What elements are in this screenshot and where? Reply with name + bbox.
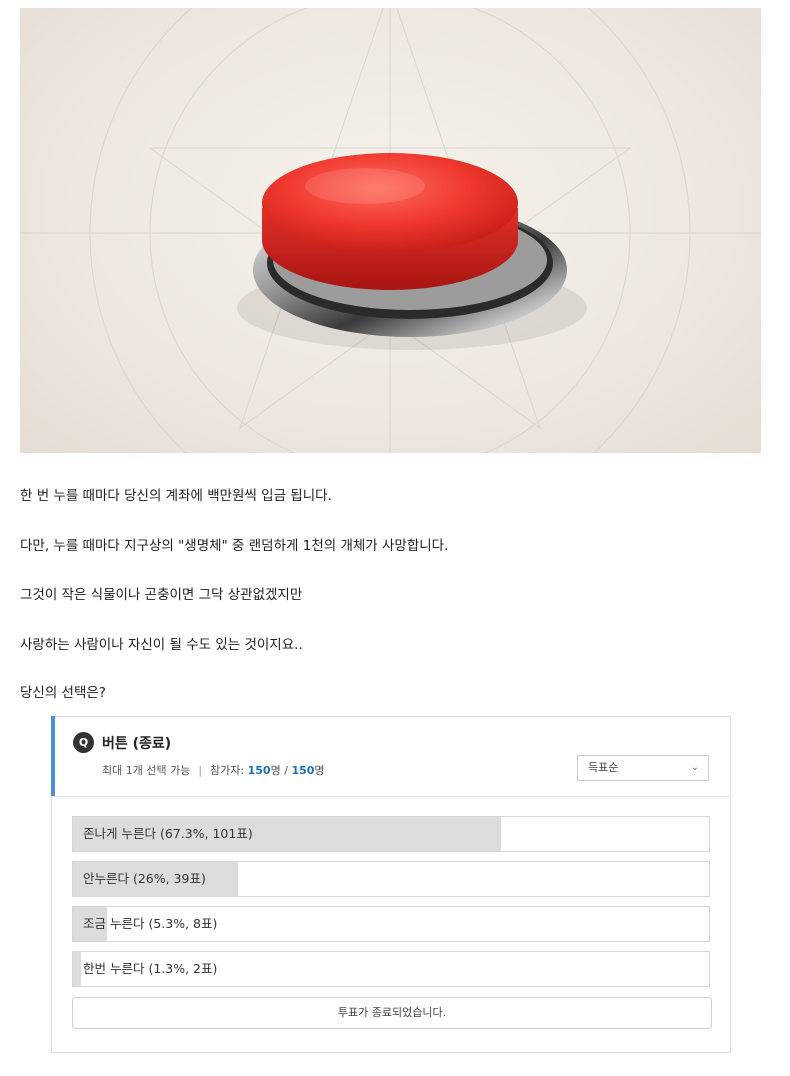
post-paragraph: 사랑하는 사람이나 자신이 될 수도 있는 것이지요.. — [20, 637, 303, 653]
max-select-text: 최대 1개 선택 가능 — [102, 764, 191, 777]
poll-title: 버튼 (종료) — [102, 736, 172, 752]
question-icon: Q — [73, 732, 94, 753]
meta-separator: | — [198, 764, 203, 777]
poll-option[interactable]: 조금 누른다 (5.3%, 8표) — [72, 906, 710, 942]
poll-closed-button[interactable]: 투표가 종료되었습니다. — [72, 997, 712, 1029]
participants-divider: / — [284, 764, 288, 777]
post-image — [20, 8, 761, 453]
poll-option-bar — [73, 952, 82, 986]
poll-header: Q 버튼 (종료) 최대 1개 선택 가능 | 참가자: 150명 / 150명 득… — [51, 716, 730, 797]
participants-total-unit: 명 — [314, 764, 325, 777]
poll-accent-bar — [51, 716, 55, 796]
poll-option-label: 존나게 누른다 (67.3%, 101표) — [83, 826, 253, 841]
post-paragraph: 다만, 누를 때마다 지구상의 "생명체" 중 랜덤하게 1천의 개체가 사망합… — [20, 538, 449, 554]
participants-count: 150 — [247, 764, 271, 777]
poll-option[interactable]: 한번 누른다 (1.3%, 2표) — [72, 951, 710, 987]
poll-option-label: 한번 누른다 (1.3%, 2표) — [83, 961, 218, 976]
sort-dropdown-value: 득표순 — [588, 761, 619, 774]
poll-option-label: 안누른다 (26%, 39표) — [83, 871, 206, 886]
poll-option[interactable]: 존나게 누른다 (67.3%, 101표) — [72, 816, 710, 852]
poll-option-label: 조금 누른다 (5.3%, 8표) — [83, 916, 218, 931]
sort-dropdown[interactable]: 득표순 ⌄ — [577, 755, 709, 781]
post-paragraph: 그것이 작은 식물이나 곤충이면 그닥 상관없겠지만 — [20, 587, 303, 603]
poll-option[interactable]: 안누른다 (26%, 39표) — [72, 861, 710, 897]
post-paragraph: 당신의 선택은? — [20, 685, 106, 701]
participants-unit: 명 — [270, 764, 281, 777]
poll-meta: 최대 1개 선택 가능 | 참가자: 150명 / 150명 — [102, 762, 325, 778]
participants-total: 150 — [291, 764, 315, 777]
post-paragraph: 한 번 누를 때마다 당신의 계좌에 백만원씩 입금 됩니다. — [20, 488, 332, 504]
participants-label: 참가자: — [210, 764, 245, 777]
poll-box: Q 버튼 (종료) 최대 1개 선택 가능 | 참가자: 150명 / 150명 득… — [51, 716, 731, 1053]
red-button-image — [20, 8, 761, 453]
chevron-down-icon: ⌄ — [690, 762, 699, 773]
